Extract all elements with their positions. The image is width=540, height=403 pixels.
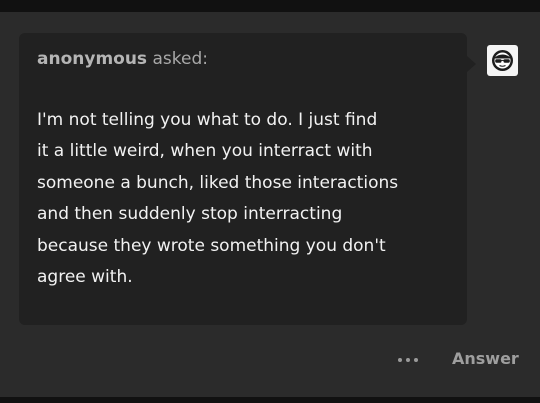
anonymous-sunglasses-avatar-icon[interactable]: [487, 45, 518, 76]
question-line: agree with.: [37, 267, 133, 288]
question-line: I'm not telling you what to do. I just f…: [37, 110, 378, 130]
dot: [414, 358, 418, 362]
bubble-pointer: [467, 56, 476, 72]
more-horizontal-icon[interactable]: [398, 353, 418, 367]
asker-name[interactable]: anonymous: [37, 49, 147, 69]
answer-button[interactable]: Answer: [452, 349, 519, 368]
dot: [398, 358, 402, 362]
ask-card: anonymous asked: I'm not telling you wha…: [0, 12, 540, 397]
question-line: because they wrote something you don't: [37, 235, 386, 256]
question-line: and then suddenly stop interracting: [37, 204, 343, 225]
question-text: I'm not telling you what to do. I just f…: [37, 105, 457, 293]
question-line: it a little weird, when you interract wi…: [37, 141, 373, 162]
asker-line: anonymous asked:: [37, 49, 208, 69]
question-bubble: anonymous asked: I'm not telling you wha…: [19, 33, 467, 325]
question-line: someone a bunch, liked those interaction…: [37, 172, 399, 193]
asker-verb: asked:: [152, 49, 208, 69]
dot: [406, 358, 410, 362]
ask-post-frame: anonymous asked: I'm not telling you wha…: [0, 0, 540, 403]
